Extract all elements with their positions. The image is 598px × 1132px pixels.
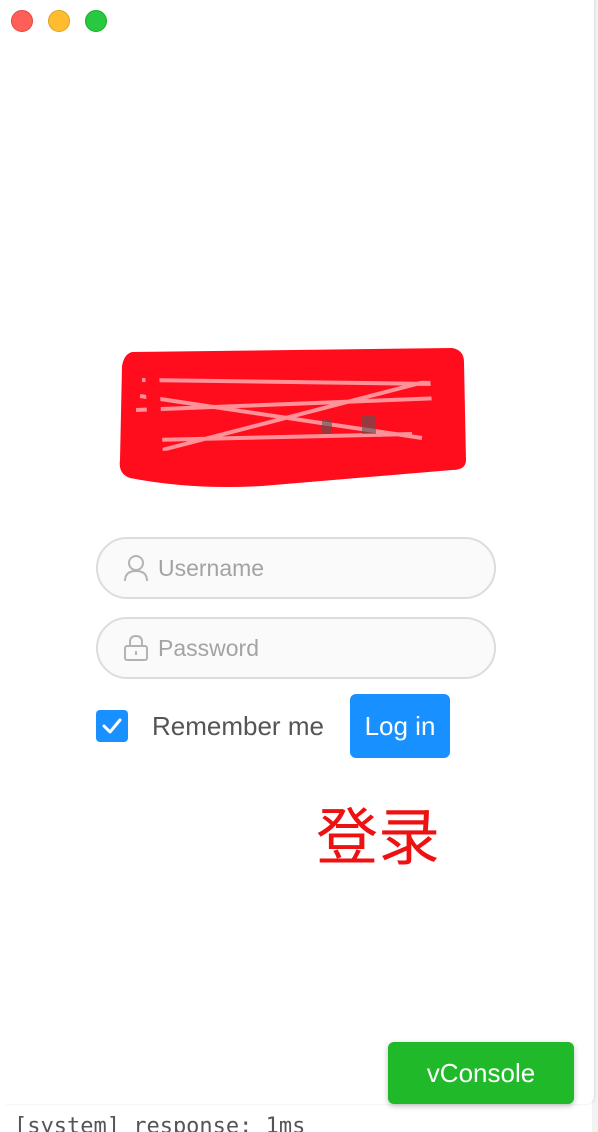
lock-icon <box>122 633 150 663</box>
minimize-button[interactable] <box>48 10 70 32</box>
remember-checkbox[interactable] <box>96 710 128 742</box>
app-window: Remember me Log in 登录 vConsole <box>0 0 594 1104</box>
remember-label[interactable]: Remember me <box>152 710 324 742</box>
checkmark-icon <box>102 718 122 734</box>
zoom-button[interactable] <box>85 10 107 32</box>
username-field[interactable] <box>96 537 496 599</box>
login-button[interactable]: Log in <box>350 694 450 758</box>
username-input[interactable] <box>158 539 494 597</box>
close-button[interactable] <box>11 10 33 32</box>
user-icon <box>122 553 150 583</box>
password-input[interactable] <box>158 619 494 677</box>
password-field[interactable] <box>96 617 496 679</box>
vconsole-button[interactable]: vConsole <box>388 1042 574 1104</box>
remember-row: Remember me Log in <box>96 694 496 758</box>
redacted-logo <box>119 348 466 487</box>
annotation-label: 登录 <box>316 801 441 874</box>
window-controls <box>11 10 107 32</box>
